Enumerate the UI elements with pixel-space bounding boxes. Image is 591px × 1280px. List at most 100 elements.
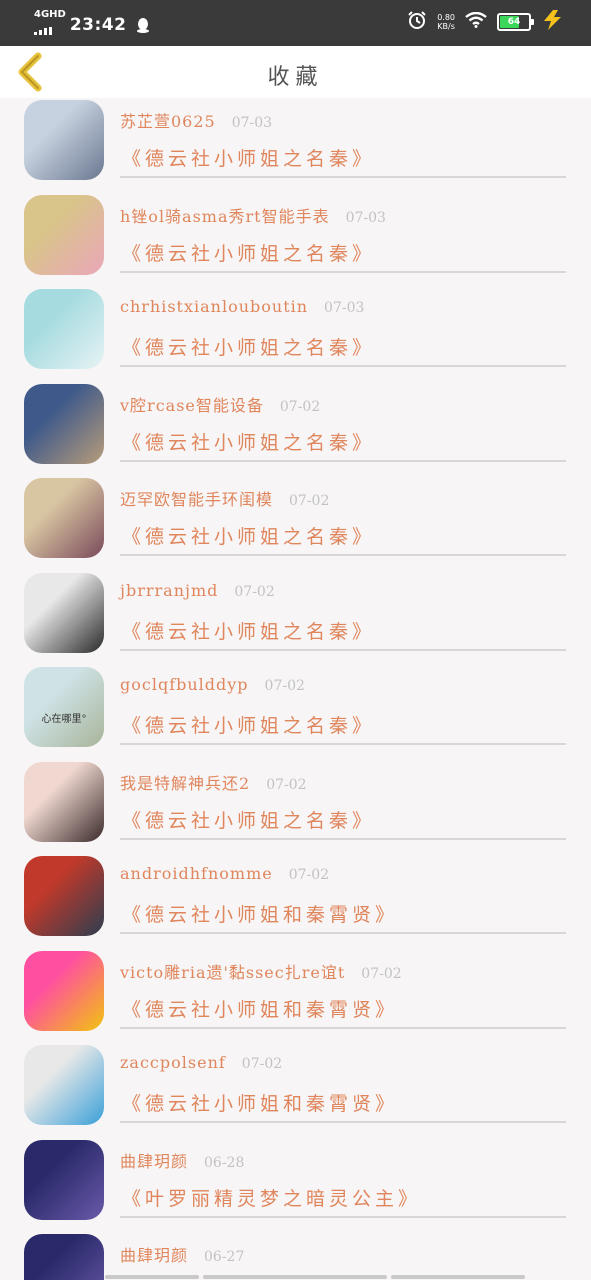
status-bar: 4GHD 23:42 0.80 KB/s 64 [0, 0, 591, 46]
avatar[interactable] [24, 1139, 104, 1220]
avatar[interactable] [24, 478, 104, 558]
divider [120, 1121, 566, 1123]
username-text: v腔rcase智能设备 [120, 395, 264, 415]
avatar[interactable] [24, 1045, 104, 1125]
username-text: 苏芷萱0625 [120, 112, 216, 131]
signal-icon: 4GHD [34, 10, 66, 39]
divider [120, 1215, 566, 1218]
favorite-item[interactable]: victo雕ria遗'黏ssec扎re谊t 07-02 《德云社小师姐和秦霄贤》 [0, 949, 591, 1043]
post-date: 07-02 [264, 678, 305, 694]
app-header: 收藏 [0, 46, 591, 98]
divider [120, 932, 566, 934]
network-type: 4GHD [34, 9, 66, 20]
username[interactable]: chrhistxianlouboutin 07-03 [120, 297, 364, 316]
post-date: 07-02 [288, 867, 330, 883]
divider [120, 837, 566, 840]
charging-bolt-icon [541, 10, 563, 34]
post-date: 07-02 [279, 398, 321, 415]
post-title[interactable]: 《德云社小师姐之名秦》 [122, 239, 375, 266]
username[interactable]: androidhfnomme 07-02 [120, 864, 329, 883]
post-date: 07-03 [324, 300, 365, 316]
username[interactable]: v腔rcase智能设备 07-02 [120, 392, 320, 416]
avatar[interactable] [24, 950, 104, 1031]
post-date: 07-03 [231, 115, 273, 131]
post-title[interactable]: 《德云社小师姐之名秦》 [122, 144, 375, 171]
avatar[interactable] [24, 572, 104, 653]
alarm-icon [407, 10, 427, 34]
favorite-item[interactable]: 曲肆玥颜 06-28 《叶罗丽精灵梦之暗灵公主》 [0, 1138, 591, 1232]
post-title[interactable]: 《叶罗丽精灵梦之暗灵公主》 [122, 1184, 421, 1211]
favorite-item[interactable]: 曲肆玥颜 06-27 [0, 1232, 591, 1280]
divider [120, 270, 566, 273]
username[interactable]: 迈罕欧智能手环闺模 07-02 [120, 486, 329, 510]
network-speed: 0.80 KB/s [437, 13, 455, 31]
username[interactable]: jbrrranjmd 07-02 [120, 581, 275, 600]
divider [120, 648, 566, 651]
username[interactable]: h锉ol骑asma秀rt智能手表 07-03 [120, 203, 386, 227]
post-date: 07-02 [289, 493, 330, 509]
post-date: 07-03 [345, 209, 386, 226]
post-date: 06-27 [204, 1249, 245, 1265]
avatar[interactable] [24, 289, 104, 369]
favorite-item[interactable]: 我是特解神兵还2 07-02 《德云社小师姐之名秦》 [0, 760, 591, 854]
username-text: 我是特解神兵还2 [120, 773, 251, 793]
favorite-item[interactable]: v腔rcase智能设备 07-02 《德云社小师姐之名秦》 [0, 382, 591, 476]
post-title[interactable]: 《德云社小师姐之名秦》 [122, 428, 375, 455]
username-text: 曲肆玥颜 [120, 1151, 189, 1171]
post-date: 07-02 [361, 965, 402, 982]
post-date: 06-28 [204, 1154, 245, 1171]
divider [120, 1026, 566, 1029]
divider [120, 459, 566, 462]
avatar[interactable] [24, 761, 104, 842]
post-title[interactable]: 《德云社小师姐之名秦》 [122, 522, 375, 549]
username-text: chrhistxianlouboutin [120, 297, 309, 316]
favorite-item[interactable]: 苏芷萱0625 07-03 《德云社小师姐之名秦》 [0, 98, 591, 192]
scroll-indicator [105, 1275, 525, 1279]
favorite-item[interactable]: h锉ol骑asma秀rt智能手表 07-03 《德云社小师姐之名秦》 [0, 193, 591, 287]
avatar[interactable] [24, 100, 104, 180]
username[interactable]: goclqfbulddyp 07-02 [120, 675, 305, 694]
avatar[interactable]: 心在哪里° [24, 667, 104, 747]
username-text: 迈罕欧智能手环闺模 [120, 490, 274, 509]
post-title[interactable]: 《德云社小师姐和秦霄贤》 [122, 1089, 398, 1116]
favorite-item[interactable]: androidhfnomme 07-02 《德云社小师姐和秦霄贤》 [0, 854, 591, 948]
post-title[interactable]: 《德云社小师姐和秦霄贤》 [122, 995, 398, 1022]
post-date: 07-02 [266, 776, 307, 793]
post-title[interactable]: 《德云社小师姐之名秦》 [122, 711, 375, 738]
post-date: 07-02 [241, 1056, 283, 1072]
avatar[interactable] [24, 856, 104, 936]
username-text: androidhfnomme [120, 864, 273, 883]
username-text: 曲肆玥颜 [120, 1246, 189, 1265]
username-text: victo雕ria遗'黏ssec扎re谊t [120, 962, 346, 982]
favorite-item[interactable]: jbrrranjmd 07-02 《德云社小师姐之名秦》 [0, 571, 591, 665]
post-date: 07-02 [234, 583, 275, 600]
favorite-item[interactable]: zaccpolsenf 07-02 《德云社小师姐和秦霄贤》 [0, 1043, 591, 1137]
avatar[interactable] [24, 194, 104, 275]
post-title[interactable]: 《德云社小师姐和秦霄贤》 [122, 900, 398, 927]
username[interactable]: 曲肆玥颜 06-27 [120, 1242, 244, 1266]
favorite-item[interactable]: chrhistxianlouboutin 07-03 《德云社小师姐之名秦》 [0, 287, 591, 381]
favorites-list[interactable]: 苏芷萱0625 07-03 《德云社小师姐之名秦》 h锉ol骑asma秀rt智能手表 0… [0, 98, 591, 1280]
favorite-item[interactable]: 迈罕欧智能手环闺模 07-02 《德云社小师姐之名秦》 [0, 476, 591, 570]
username-text: jbrrranjmd [120, 580, 219, 600]
username-text: goclqfbulddyp [120, 675, 249, 694]
username-text: zaccpolsenf [120, 1053, 226, 1072]
divider [120, 554, 566, 556]
avatar-caption: 心在哪里° [41, 714, 87, 725]
post-title[interactable]: 《德云社小师姐之名秦》 [122, 806, 375, 833]
battery-icon: 64 [497, 13, 534, 31]
avatar[interactable] [24, 1234, 104, 1280]
divider [120, 743, 566, 745]
username[interactable]: 我是特解神兵还2 07-02 [120, 770, 307, 794]
avatar[interactable] [24, 383, 104, 464]
username[interactable]: 苏芷萱0625 07-03 [120, 108, 272, 132]
favorite-item[interactable]: 心在哪里° goclqfbulddyp 07-02 《德云社小师姐之名秦》 [0, 665, 591, 759]
post-title[interactable]: 《德云社小师姐之名秦》 [122, 333, 375, 360]
username[interactable]: zaccpolsenf 07-02 [120, 1053, 282, 1072]
qq-penguin-icon [136, 17, 150, 33]
username[interactable]: victo雕ria遗'黏ssec扎re谊t 07-02 [120, 959, 402, 983]
divider [120, 176, 566, 178]
clock: 23:42 [69, 14, 127, 35]
username[interactable]: 曲肆玥颜 06-28 [120, 1148, 244, 1172]
post-title[interactable]: 《德云社小师姐之名秦》 [122, 617, 375, 644]
